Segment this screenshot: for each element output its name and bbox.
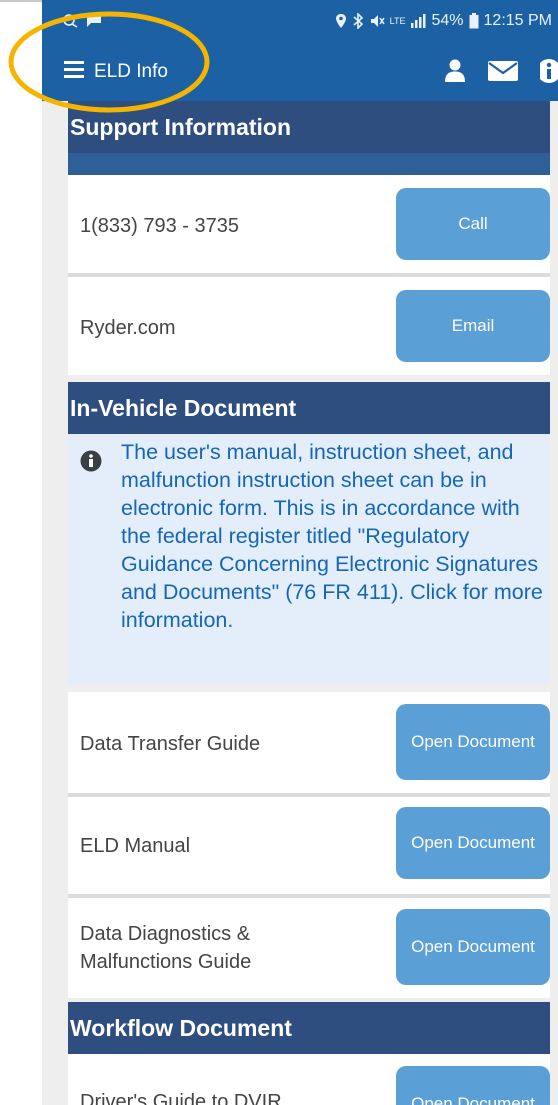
- in-vehicle-heading: In-Vehicle Document: [70, 395, 297, 421]
- in-vehicle-section-header: In-Vehicle Document: [68, 382, 550, 434]
- support-phone-row: 1(833) 793 - 3735 Call: [68, 175, 550, 273]
- workflow-section-header: Workflow Document: [68, 1002, 550, 1054]
- document-row: ELD Manual Open Document: [68, 797, 550, 894]
- document-row: Data Transfer Guide Open Document: [68, 692, 550, 793]
- mute-icon: [370, 15, 385, 27]
- battery-percent: 54%: [431, 12, 464, 29]
- document-name: Data Transfer Guide: [80, 733, 261, 755]
- in-vehicle-info-text: The user's manual, instruction sheet, an…: [121, 440, 543, 632]
- bluetooth-icon: [353, 13, 363, 29]
- open-document-button[interactable]: Open Document: [396, 807, 550, 879]
- location-icon: [335, 14, 346, 28]
- in-vehicle-info-notice[interactable]: The user's manual, instruction sheet, an…: [68, 434, 550, 684]
- highlight-ring: [8, 11, 210, 113]
- signal-icon: [411, 14, 426, 28]
- document-row: Driver's Guide to DVIR Open Document: [68, 1054, 550, 1105]
- document-name: Driver's Guide to DVIR: [80, 1091, 282, 1105]
- support-website: Ryder.com: [80, 317, 176, 339]
- mail-icon[interactable]: [488, 60, 518, 82]
- document-name: ELD Manual: [80, 835, 191, 857]
- call-button[interactable]: Call: [396, 188, 550, 260]
- phone-screen: LTE 54% 12:15 PM ELD Info Support Inform…: [42, 0, 558, 1105]
- status-right-icons: LTE 54% 12:15 PM: [335, 12, 552, 30]
- info-icon[interactable]: [540, 58, 558, 84]
- open-document-button[interactable]: Open Document: [396, 909, 550, 985]
- app-bar-actions: [444, 58, 558, 84]
- email-button[interactable]: Email: [396, 290, 550, 362]
- support-section-strip: [68, 153, 550, 175]
- open-document-button[interactable]: Open Document: [396, 1066, 550, 1105]
- support-phone-number: 1(833) 793 - 3735: [80, 215, 240, 237]
- support-website-row: Ryder.com Email: [68, 277, 550, 375]
- workflow-heading: Workflow Document: [70, 1015, 292, 1041]
- user-icon[interactable]: [444, 59, 466, 83]
- info-circle-icon: [80, 450, 102, 472]
- document-name: Data Diagnostics & Malfunctions Guide: [80, 923, 252, 973]
- network-type: LTE: [389, 16, 406, 26]
- document-row: Data Diagnostics & Malfunctions Guide Op…: [68, 898, 550, 998]
- open-document-button[interactable]: Open Document: [396, 704, 550, 780]
- battery-icon: [469, 13, 479, 29]
- clock: 12:15 PM: [483, 12, 552, 29]
